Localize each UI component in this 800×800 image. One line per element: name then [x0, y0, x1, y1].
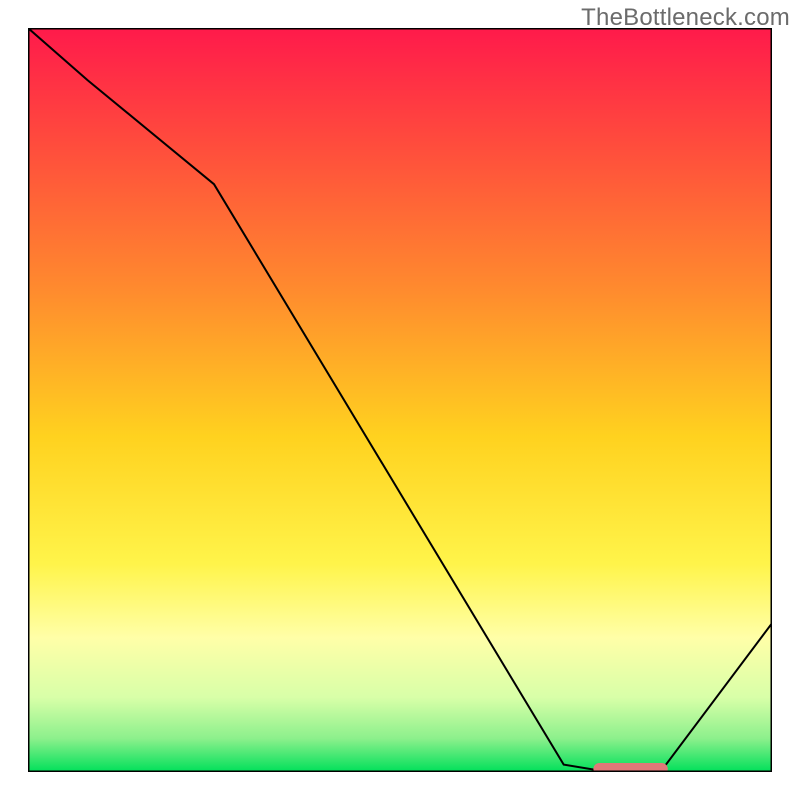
chart-stage: TheBottleneck.com	[0, 0, 800, 800]
chart-background	[28, 28, 772, 772]
bottleneck-chart	[28, 28, 772, 772]
